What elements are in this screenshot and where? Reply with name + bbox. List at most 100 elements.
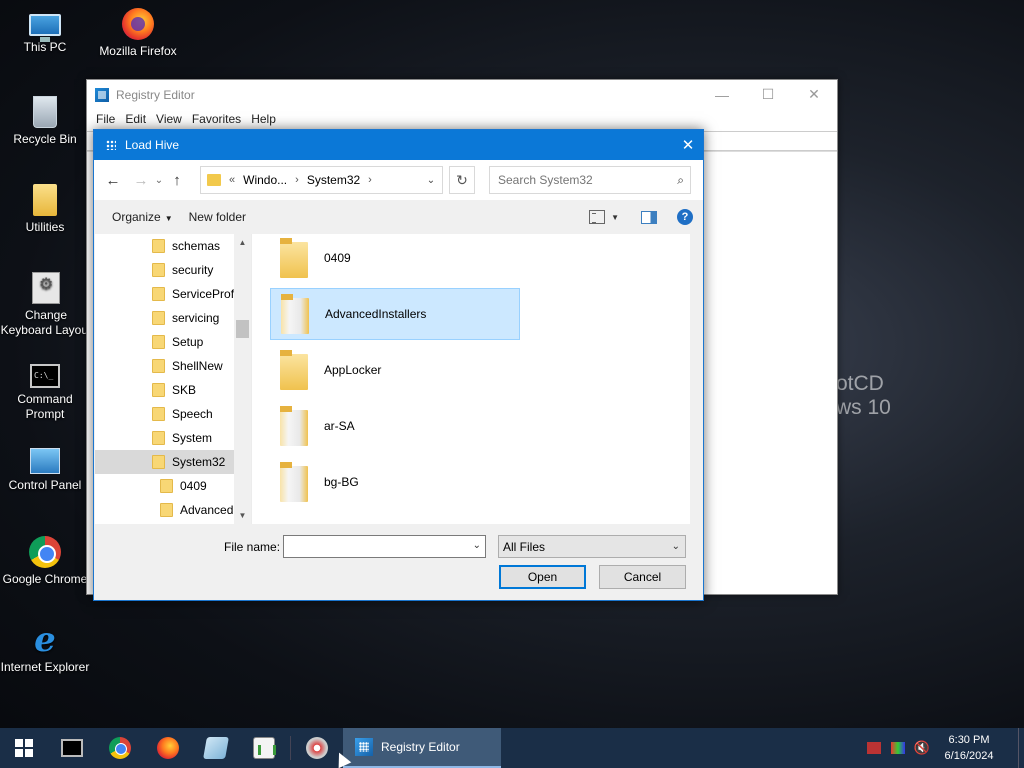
tree-item[interactable]: System32 xyxy=(95,450,251,474)
close-button[interactable]: ✕ xyxy=(791,80,837,109)
up-button[interactable]: ↑ xyxy=(166,169,188,191)
address-bar[interactable]: « Windo... › System32 › ⌄ xyxy=(200,166,443,194)
taskbar-registry-editor[interactable]: Registry Editor xyxy=(343,728,501,768)
registry-icon xyxy=(104,138,118,152)
desktop-icon-label: Command Prompt xyxy=(17,392,73,421)
desktop-icon-label: Control Panel xyxy=(8,478,82,492)
taskbar-chrome[interactable] xyxy=(96,728,144,768)
desktop-icon-recycle-bin[interactable]: Recycle Bin xyxy=(0,96,90,147)
tree-scrollbar[interactable]: ▲ ▼ xyxy=(234,234,251,524)
taskbar-task-manager[interactable] xyxy=(240,728,288,768)
tree-item[interactable]: 0409 xyxy=(95,474,251,498)
tree-item[interactable]: schemas xyxy=(95,234,251,258)
chevron-down-icon[interactable]: ⌄ xyxy=(672,541,680,552)
file-type-select[interactable]: All Files ⌄ xyxy=(498,535,686,558)
taskbar-notepad[interactable] xyxy=(192,728,240,768)
volume-muted-icon[interactable]: 🔇 xyxy=(910,740,934,756)
desktop-icon-chrome[interactable]: Google Chrome xyxy=(0,536,90,587)
view-dropdown-icon[interactable]: ▼ xyxy=(611,213,619,222)
desktop-icon-command-prompt[interactable]: Command Prompt xyxy=(0,360,90,422)
dialog-close-button[interactable]: ✕ xyxy=(673,130,703,160)
tree-item[interactable]: servicing xyxy=(95,306,251,330)
tree-item[interactable]: Advanced xyxy=(95,498,251,522)
folder-icon xyxy=(152,263,165,277)
scroll-up-icon[interactable]: ▲ xyxy=(234,234,251,251)
preview-pane-icon[interactable] xyxy=(641,210,657,224)
file-name-field[interactable]: ⌄ xyxy=(283,535,486,558)
forward-button[interactable]: → xyxy=(130,169,152,191)
chrome-icon xyxy=(29,536,61,568)
command-prompt-icon xyxy=(61,739,83,757)
scroll-down-icon[interactable]: ▼ xyxy=(234,507,251,524)
address-dropdown-icon[interactable]: ⌄ xyxy=(420,175,442,186)
scroll-thumb[interactable] xyxy=(236,320,249,338)
chevron-right-icon[interactable]: › xyxy=(368,174,372,186)
tree-item[interactable]: Setup xyxy=(95,330,251,354)
menu-view[interactable]: View xyxy=(151,112,187,126)
view-options-icon[interactable] xyxy=(589,210,606,224)
folder-tree: schemas security ServiceProfi servicing Setu… xyxy=(95,234,251,524)
tree-item-label: SKB xyxy=(172,383,197,397)
list-item[interactable]: 0409 xyxy=(270,234,520,284)
tree-item[interactable]: ServiceProfi xyxy=(95,282,251,306)
taskbar-firefox[interactable] xyxy=(144,728,192,768)
list-item[interactable]: AdvancedInstallers xyxy=(270,288,520,340)
dialog-titlebar[interactable]: Load Hive ✕ xyxy=(94,130,703,160)
clock[interactable]: 6:30 PM 6/16/2024 xyxy=(934,732,1004,764)
tree-item-label: ShellNew xyxy=(172,359,223,373)
file-list: ▲ ▼ 0409AdvancedInstallersAppLockerar-SA… xyxy=(251,234,690,524)
desktop-icon-control-panel[interactable]: Control Panel xyxy=(0,448,90,493)
tree-item[interactable]: System xyxy=(95,426,251,450)
search-box[interactable]: ⌕ xyxy=(489,166,691,194)
menu-favorites[interactable]: Favorites xyxy=(187,112,246,126)
menu-help[interactable]: Help xyxy=(246,112,281,126)
refresh-button[interactable]: ↻ xyxy=(449,166,475,194)
tree-item[interactable]: SKB xyxy=(95,378,251,402)
desktop-icon-internet-explorer[interactable]: e Internet Explorer xyxy=(0,623,90,675)
tray-display[interactable] xyxy=(886,742,910,754)
organize-button[interactable]: Organize ▼ xyxy=(104,206,181,228)
desktop-icon-keyboard-layout[interactable]: Change Keyboard Layout xyxy=(0,272,92,338)
menu-edit[interactable]: Edit xyxy=(120,112,151,126)
file-name: bg-BG xyxy=(324,475,359,489)
computer-icon xyxy=(29,14,61,42)
desktop-icon-this-pc[interactable]: This PC xyxy=(0,8,90,55)
chevron-down-icon[interactable]: ⌄ xyxy=(473,540,481,551)
chevron-right-icon[interactable]: › xyxy=(295,174,299,186)
minimize-button[interactable]: — xyxy=(699,80,745,109)
clock-date: 6/16/2024 xyxy=(944,750,994,762)
desktop-icon-label: Recycle Bin xyxy=(13,132,77,146)
back-button[interactable]: ← xyxy=(102,169,124,191)
file-name-input[interactable] xyxy=(284,536,464,557)
show-desktop-button[interactable] xyxy=(1018,728,1024,768)
open-button[interactable]: Open xyxy=(499,565,586,589)
list-item[interactable]: bg-BG xyxy=(270,456,520,508)
taskbar-app-label: Registry Editor xyxy=(381,740,460,754)
tree-item[interactable]: security xyxy=(95,258,251,282)
cancel-button[interactable]: Cancel xyxy=(599,565,686,589)
folder-icon xyxy=(152,359,165,373)
file-name: ar-SA xyxy=(324,419,355,433)
overflow-chevron[interactable]: « xyxy=(229,174,235,186)
breadcrumb-system32[interactable]: System32 xyxy=(307,173,360,187)
taskbar-disk-app[interactable] xyxy=(293,728,341,768)
list-item[interactable]: ar-SA xyxy=(270,400,520,452)
list-item[interactable]: AppLocker xyxy=(270,344,520,396)
taskbar-command-prompt[interactable] xyxy=(48,728,96,768)
help-icon[interactable]: ? xyxy=(677,209,693,225)
tree-item[interactable]: Speech xyxy=(95,402,251,426)
desktop-icon-firefox[interactable]: Mozilla Firefox xyxy=(93,8,183,59)
display-icon xyxy=(891,742,905,754)
search-input[interactable] xyxy=(498,173,668,187)
start-button[interactable] xyxy=(0,728,48,768)
recent-locations-button[interactable]: ⌄ xyxy=(152,169,166,191)
dialog-toolbar: Organize ▼ New folder ▼ ? xyxy=(94,200,703,234)
new-folder-button[interactable]: New folder xyxy=(181,206,254,228)
regedit-titlebar[interactable]: Registry Editor — ☐ ✕ xyxy=(87,80,837,109)
maximize-button[interactable]: ☐ xyxy=(745,80,791,109)
desktop-icon-utilities[interactable]: Utilities xyxy=(0,184,90,235)
tree-item[interactable]: ShellNew xyxy=(95,354,251,378)
breadcrumb-windows[interactable]: Windo... xyxy=(243,173,287,187)
tray-network[interactable] xyxy=(862,742,886,754)
menu-file[interactable]: File xyxy=(91,112,120,126)
